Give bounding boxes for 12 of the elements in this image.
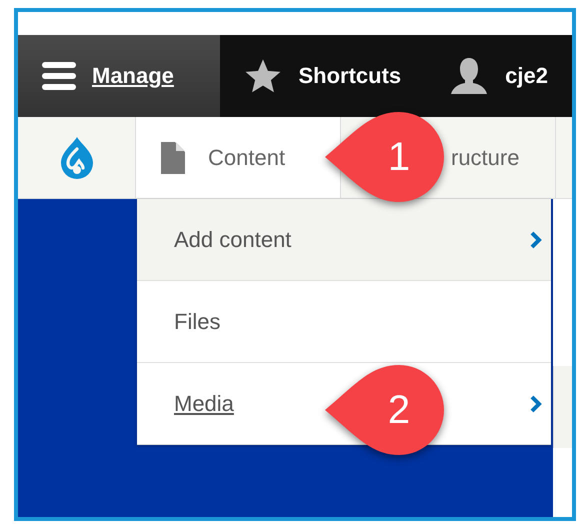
tray-tab[interactable]: ructure (451, 144, 520, 170)
toolbar-tab[interactable]: Manage (18, 35, 220, 117)
callout-marker: 1 (323, 110, 445, 204)
drop-logo-icon (58, 136, 94, 180)
tray-tab[interactable]: Content (136, 117, 341, 198)
document-icon (160, 140, 186, 174)
star-icon (244, 57, 282, 95)
user-icon (449, 56, 490, 96)
menu-item[interactable]: Add content (137, 199, 551, 281)
menu-icon (42, 61, 76, 91)
menu-item[interactable]: Files (137, 281, 551, 363)
callout-marker: 2 (323, 363, 445, 457)
